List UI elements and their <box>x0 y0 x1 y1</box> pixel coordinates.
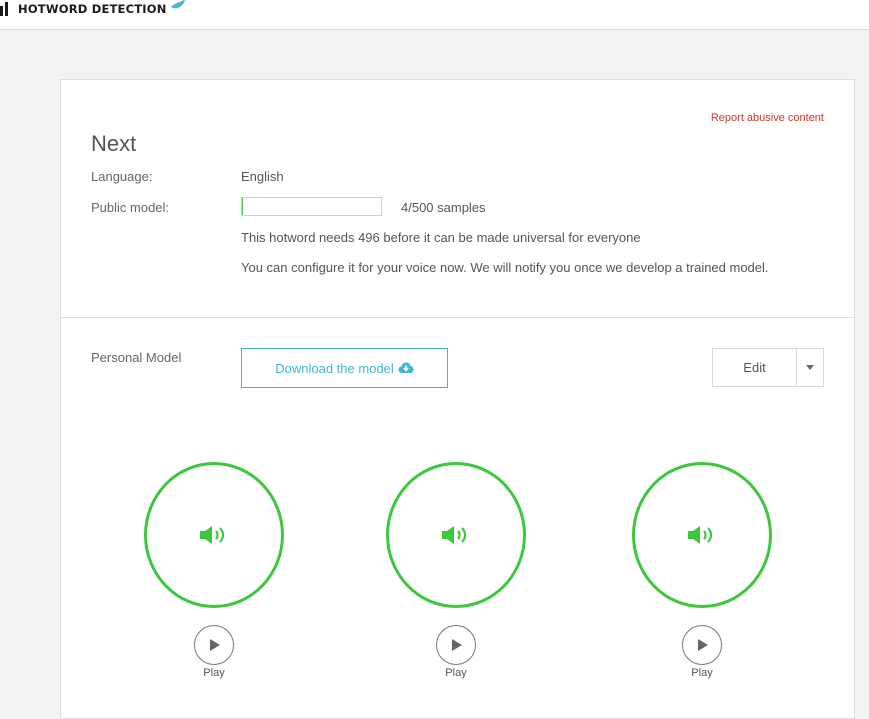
edit-dropdown: Edit <box>712 348 824 387</box>
edit-button[interactable]: Edit <box>713 349 797 386</box>
play-icon <box>451 639 462 651</box>
sample-2: Play <box>386 462 526 679</box>
sample-circle[interactable] <box>144 462 284 608</box>
play-button[interactable] <box>194 625 234 665</box>
speaker-icon <box>688 526 713 544</box>
public-model-label: Public model: <box>91 200 170 215</box>
bird-icon <box>170 0 185 8</box>
hotword-card: Report abusive content Next Language: En… <box>60 79 855 719</box>
language-label: Language: <box>91 169 153 184</box>
brand-logo[interactable]: HOTWORD DETECTION <box>0 0 186 17</box>
play-icon <box>697 639 708 651</box>
samples-progress-fill <box>242 198 244 215</box>
sample-circle[interactable] <box>632 462 772 608</box>
play-label: Play <box>691 667 713 679</box>
hotword-title: Next <box>91 131 137 156</box>
sample-3: Play <box>632 462 772 679</box>
personal-model-label: Personal Model <box>91 350 182 365</box>
play-label: Play <box>203 667 225 679</box>
bars-logo-icon <box>0 1 10 16</box>
speaker-icon <box>200 526 225 544</box>
download-model-button[interactable]: Download the model <box>241 348 448 388</box>
needs-samples-text: This hotword needs 496 before it can be … <box>241 230 641 245</box>
cloud-download-icon <box>398 362 414 373</box>
report-abusive-link[interactable]: Report abusive content <box>711 112 824 124</box>
samples-count: 4/500 samples <box>401 200 486 215</box>
brand-name: HOTWORD DETECTION <box>18 1 167 16</box>
divider <box>61 317 854 318</box>
download-model-label: Download the model <box>275 360 394 376</box>
play-icon <box>209 639 220 651</box>
caret-down-icon[interactable] <box>797 349 823 386</box>
sample-1: Play <box>144 462 284 679</box>
sample-circle[interactable] <box>386 462 526 608</box>
language-value: English <box>241 169 284 184</box>
configure-text: You can configure it for your voice now.… <box>241 260 769 275</box>
top-bar: HOTWORD DETECTION <box>0 0 869 30</box>
play-button[interactable] <box>436 625 476 665</box>
play-label: Play <box>445 667 467 679</box>
play-button[interactable] <box>682 625 722 665</box>
speaker-icon <box>442 526 467 544</box>
samples-progress-bar <box>241 197 382 216</box>
